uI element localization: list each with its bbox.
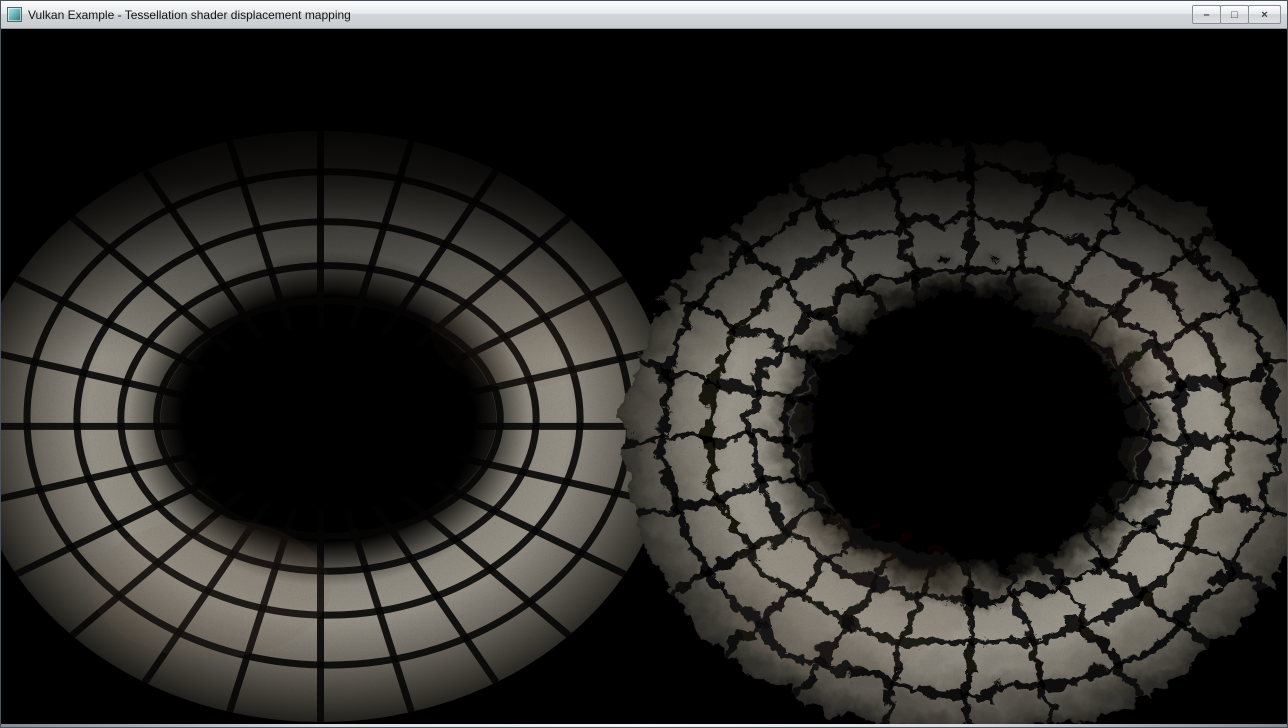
app-icon[interactable] <box>7 7 22 22</box>
titlebar[interactable]: Vulkan Example - Tessellation shader dis… <box>1 1 1287 29</box>
maximize-button[interactable]: □ <box>1220 5 1249 24</box>
window-title: Vulkan Example - Tessellation shader dis… <box>28 7 1187 22</box>
window-frame-bottom <box>1 724 1287 727</box>
close-button[interactable]: × <box>1248 5 1281 24</box>
render-canvas[interactable] <box>1 29 1287 724</box>
window-controls: – □ × <box>1193 5 1283 24</box>
app-window: Vulkan Example - Tessellation shader dis… <box>0 0 1288 728</box>
top-vignette <box>1 29 1287 359</box>
render-viewport[interactable] <box>1 29 1287 724</box>
minimize-button[interactable]: – <box>1192 5 1221 24</box>
